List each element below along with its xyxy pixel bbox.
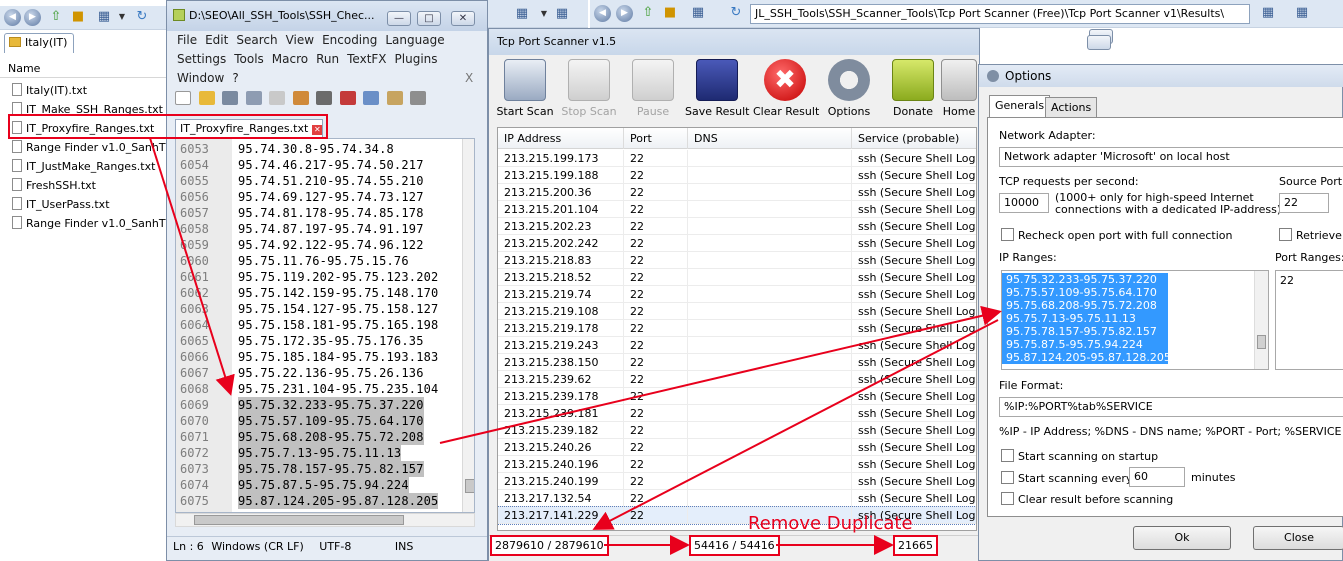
arrow-file-to-selection <box>149 137 235 396</box>
arrow-selection-to-ranges <box>439 305 1002 444</box>
arrow-ranges-to-status <box>592 319 999 530</box>
annotation-arrows <box>149 137 1002 555</box>
